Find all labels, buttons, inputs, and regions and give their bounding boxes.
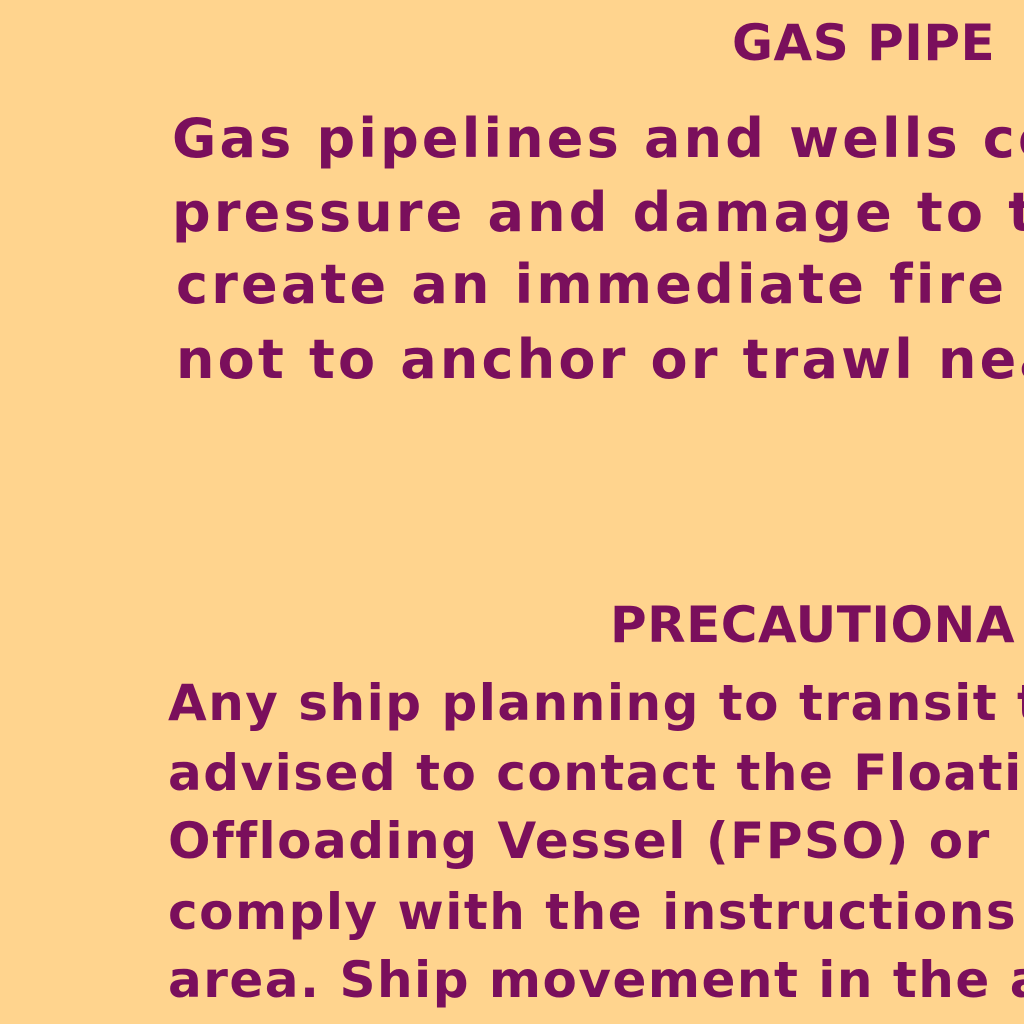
precautionary-line-3: Offloading Vessel (FPSO) or [168,812,991,870]
gas-pipelines-heading: GAS PIPE [732,14,996,72]
gas-pipelines-line-3: create an immediate fire haza [176,253,1024,316]
chart-notes-panel: GAS PIPE Gas pipelines and wells co pres… [0,0,1024,1024]
precautionary-line-2: advised to contact the Floating [168,744,1024,802]
precautionary-line-4: comply with the instructions g [168,883,1024,941]
gas-pipelines-line-2: pressure and damage to th [172,181,1024,244]
precautionary-heading: PRECAUTIONA [610,596,1016,654]
precautionary-line-1: Any ship planning to transit t [168,674,1024,732]
gas-pipelines-line-1: Gas pipelines and wells co [172,107,1024,170]
precautionary-line-5: area. Ship movement in the a [168,951,1024,1009]
gas-pipelines-line-4: not to anchor or trawl near pi [176,328,1024,391]
